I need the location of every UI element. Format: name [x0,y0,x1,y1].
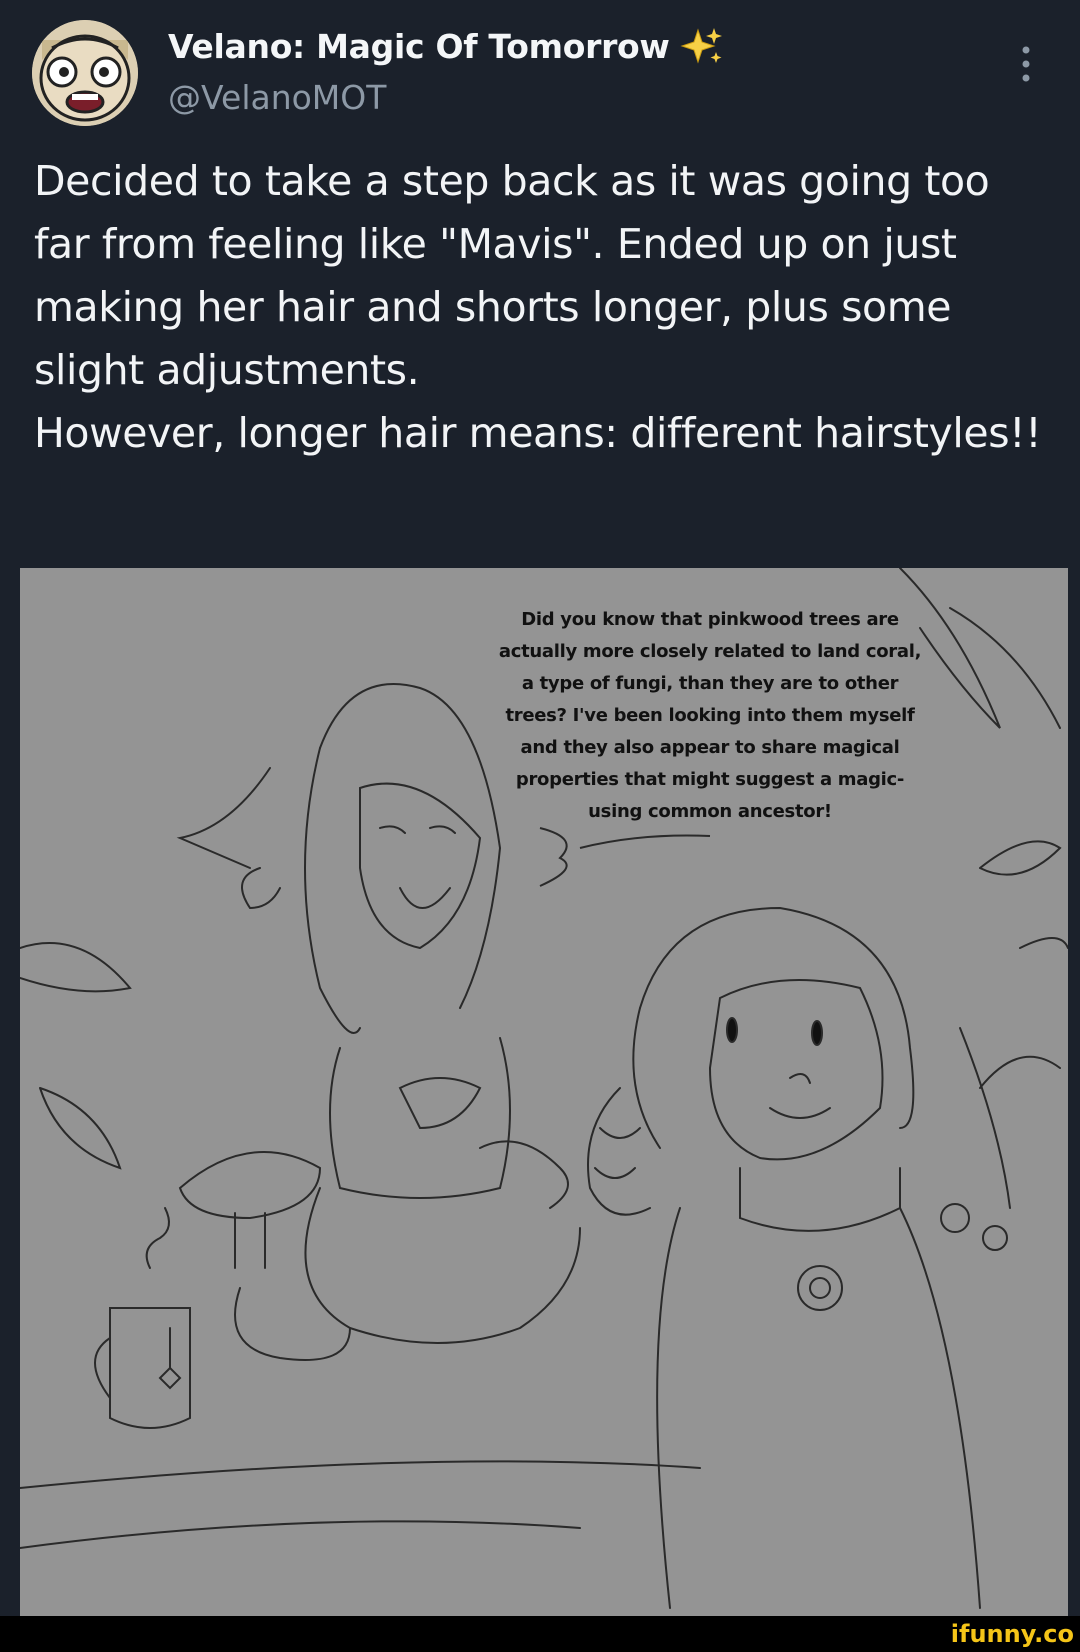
author-display-name[interactable]: Velano: Magic Of Tomorrow [168,27,670,66]
sparkles-icon [680,28,722,64]
cartoon-face-avatar-icon [32,20,138,126]
tweet-image[interactable]: Did you know that pinkwood trees are act… [20,568,1068,1616]
vertical-ellipsis-icon[interactable] [1018,44,1034,84]
footer-bar [0,1616,1080,1652]
tweet-header: Velano: Magic Of Tomorrow @VelanoMOT [0,0,1080,140]
author-handle[interactable]: @VelanoMOT [168,78,386,117]
ifunny-watermark: ifunny.co [950,1620,1074,1648]
avatar[interactable] [32,20,138,126]
tweet-text: Decided to take a step back as it was go… [34,157,1042,457]
speech-bubble-text: Did you know that pinkwood trees are act… [498,609,922,822]
